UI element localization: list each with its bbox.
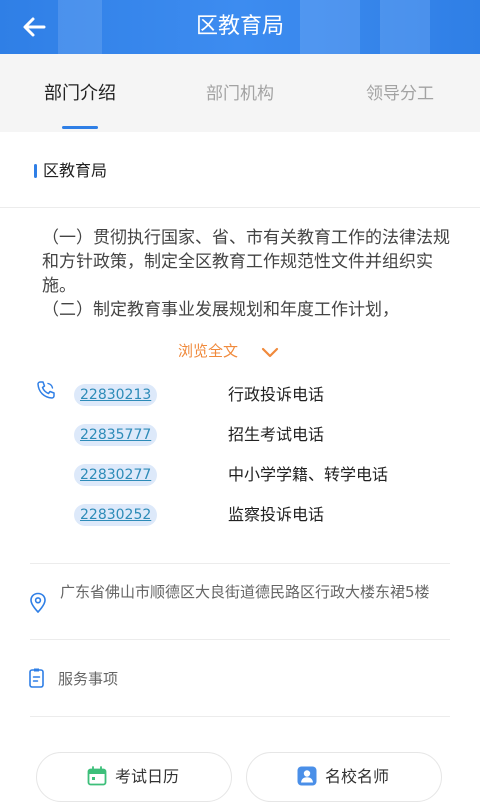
chevron-down-icon [261,347,278,357]
exam-calendar-button[interactable]: 考试日历 [36,752,232,802]
intro-text: （一）贯彻执行国家、省、市有关教育工作的法律法规和方针政策，制定全区教育工作规范… [42,226,452,322]
famous-schools-teachers-button[interactable]: 名校名师 [246,752,442,802]
phone-row: 22835777 招生考试电话 [74,424,454,446]
tab-department-intro[interactable]: 部门介绍 [10,54,150,132]
app-header: 区教育局 [0,0,480,54]
tab-bar: 部门介绍 部门机构 领导分工 [0,54,480,132]
divider [30,716,450,717]
phone-icon [37,381,55,399]
service-items-link[interactable]: 服务事项 [58,668,118,690]
phone-row: 22830252 监察投诉电话 [74,504,454,526]
intro-paragraph: （一）贯彻执行国家、省、市有关教育工作的法律法规和方针政策，制定全区教育工作规范… [42,228,450,296]
expand-full-text-button[interactable]: 浏览全文 [178,338,279,364]
location-pin-icon [30,592,46,614]
phone-number-link[interactable]: 22830213 [74,384,158,406]
service-document-icon [29,668,44,688]
section-title-marker [34,164,37,178]
divider [30,639,450,640]
phone-label: 招生考试电话 [228,425,325,444]
calendar-icon [87,766,107,786]
exam-calendar-label: 考试日历 [115,767,180,786]
intro-paragraph: （二）制定教育事业发展规划和年度工作计划， [42,300,399,320]
famous-schools-teachers-label: 名校名师 [325,767,390,786]
phone-number-link[interactable]: 22835777 [74,424,158,446]
phone-label: 监察投诉电话 [228,505,325,524]
tab-department-organization[interactable]: 部门机构 [170,54,310,132]
tab-leadership-division[interactable]: 领导分工 [330,54,470,132]
address-text: 广东省佛山市顺德区大良街道德民路区行政大楼东裙5楼 [60,583,430,601]
active-tab-indicator [62,126,98,129]
phone-row: 22830213 行政投诉电话 [74,384,454,406]
divider [30,563,450,564]
page-title: 区教育局 [195,14,284,39]
teacher-icon [297,766,317,786]
phone-label: 中小学学籍、转学电话 [228,465,389,484]
divider [0,207,480,208]
phone-label: 行政投诉电话 [228,385,325,404]
phone-number-link[interactable]: 22830277 [74,464,158,486]
phone-row: 22830277 中小学学籍、转学电话 [74,464,454,486]
phone-number-link[interactable]: 22830252 [74,504,158,526]
section-title: 区教育局 [34,160,107,182]
